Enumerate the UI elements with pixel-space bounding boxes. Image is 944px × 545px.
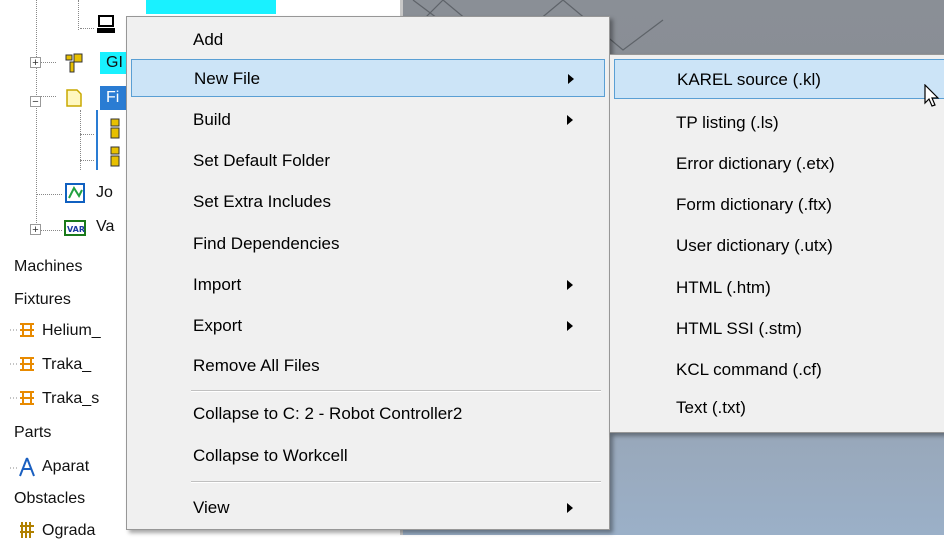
fixture-icon[interactable]	[10, 320, 36, 340]
collapse-toggle-icon[interactable]: −	[30, 96, 41, 108]
section-parts[interactable]: Parts	[14, 424, 51, 442]
submenu-item-tp-listing[interactable]: TP listing (.ls)	[614, 103, 944, 143]
menu-item-import[interactable]: Import	[131, 266, 605, 304]
menu-item-label: Remove All Files	[193, 356, 320, 375]
svg-text:VAR: VAR	[67, 225, 85, 234]
selection-highlight	[146, 0, 276, 14]
submenu-item-label: KCL command (.cf)	[676, 360, 822, 379]
fixture-icon[interactable]	[10, 388, 36, 408]
menu-item-label: Export	[193, 316, 243, 335]
submenu-item-html-ssi[interactable]: HTML SSI (.stm)	[614, 309, 944, 349]
menu-item-label: Collapse to Workcell	[193, 446, 348, 465]
files-folder-icon[interactable]	[64, 86, 84, 107]
selection-highlight	[96, 110, 98, 170]
tree-item-label[interactable]: Traka_	[42, 356, 91, 374]
mouse-pointer-icon	[924, 83, 940, 113]
joints-icon[interactable]	[64, 182, 85, 203]
menu-item-collapse-to-controller[interactable]: Collapse to C: 2 - Robot Controller2	[131, 395, 605, 433]
tree-connector	[80, 134, 94, 135]
menu-separator	[191, 481, 601, 483]
menu-item-label: View	[193, 498, 230, 517]
tree-connector	[36, 194, 62, 195]
submenu-arrow-icon	[567, 503, 573, 513]
fixture-icon[interactable]	[10, 354, 36, 374]
robot-icon[interactable]	[64, 52, 84, 73]
menu-item-new-file[interactable]: New File	[131, 59, 605, 97]
submenu-item-kcl-command[interactable]: KCL command (.cf)	[614, 350, 944, 390]
tree-connector	[78, 0, 79, 30]
submenu-item-label: HTML SSI (.stm)	[676, 319, 802, 338]
expand-toggle-icon[interactable]: +	[30, 224, 41, 236]
menu-item-label: Set Default Folder	[193, 151, 331, 170]
variables-icon[interactable]: VAR	[64, 218, 86, 238]
submenu-arrow-icon	[567, 280, 573, 290]
menu-item-label: Import	[193, 275, 242, 294]
submenu-item-user-dictionary[interactable]: User dictionary (.utx)	[614, 226, 944, 266]
tree-item-label[interactable]: GI	[106, 54, 123, 72]
submenu-item-text[interactable]: Text (.txt)	[614, 388, 944, 428]
menu-item-set-extra-includes[interactable]: Set Extra Includes	[131, 183, 605, 221]
context-menu: Add New File Build Set Default Folder Se…	[126, 16, 610, 530]
submenu-item-html[interactable]: HTML (.htm)	[614, 268, 944, 308]
menu-item-label: Collapse to C: 2 - Robot Controller2	[193, 404, 463, 423]
tree-connector	[80, 110, 81, 170]
tree-connector	[80, 160, 94, 161]
section-fixtures[interactable]: Fixtures	[14, 291, 71, 309]
submenu-arrow-icon	[567, 321, 573, 331]
robot-program-icon[interactable]	[108, 146, 128, 167]
expand-toggle-icon[interactable]: +	[30, 57, 41, 69]
tree-item-label[interactable]: Traka_s	[42, 390, 99, 408]
menu-item-remove-all-files[interactable]: Remove All Files	[131, 347, 605, 385]
submenu-item-form-dictionary[interactable]: Form dictionary (.ftx)	[614, 185, 944, 225]
section-obstacles[interactable]: Obstacles	[14, 490, 85, 508]
menu-item-add[interactable]: Add	[131, 21, 605, 59]
tree-item-label[interactable]: Fi	[106, 89, 119, 107]
submenu-item-label: Text (.txt)	[676, 398, 746, 417]
tree-connector	[80, 28, 94, 29]
robot-program-icon[interactable]	[108, 118, 128, 139]
menu-item-label: Set Extra Includes	[193, 192, 331, 211]
section-machines[interactable]: Machines	[14, 258, 82, 276]
menu-item-view[interactable]: View	[131, 489, 605, 527]
submenu-item-label: KAREL source (.kl)	[677, 70, 821, 89]
tree-item-label[interactable]: Ograda	[42, 522, 95, 540]
menu-item-set-default-folder[interactable]: Set Default Folder	[131, 142, 605, 180]
submenu-arrow-icon	[567, 115, 573, 125]
tree-item-label[interactable]: Jo	[96, 184, 113, 202]
tree-item-label[interactable]: Va	[96, 218, 114, 236]
submenu-item-label: Error dictionary (.etx)	[676, 154, 835, 173]
submenu-item-karel-source[interactable]: KAREL source (.kl)	[614, 59, 944, 99]
part-icon[interactable]	[10, 456, 36, 477]
menu-item-find-dependencies[interactable]: Find Dependencies	[131, 225, 605, 263]
menu-item-label: New File	[194, 69, 261, 88]
menu-separator	[191, 390, 601, 392]
submenu-item-label: HTML (.htm)	[676, 278, 771, 297]
menu-item-label: Add	[193, 30, 224, 49]
submenu-arrow-icon	[568, 74, 574, 84]
tree-item-label[interactable]: Aparat	[42, 458, 89, 476]
menu-item-export[interactable]: Export	[131, 307, 605, 345]
submenu-item-label: Form dictionary (.ftx)	[676, 195, 832, 214]
controller-icon[interactable]	[96, 14, 116, 34]
menu-item-label: Find Dependencies	[193, 234, 340, 253]
menu-item-build[interactable]: Build	[131, 101, 605, 139]
submenu-item-label: TP listing (.ls)	[676, 113, 779, 132]
submenu-item-label: User dictionary (.utx)	[676, 236, 833, 255]
tree-item-label[interactable]: Helium_	[42, 322, 101, 340]
menu-item-label: Build	[193, 110, 231, 129]
submenu-item-error-dictionary[interactable]: Error dictionary (.etx)	[614, 144, 944, 184]
menu-item-collapse-to-workcell[interactable]: Collapse to Workcell	[131, 437, 605, 475]
obstacle-icon[interactable]	[10, 520, 36, 540]
new-file-submenu: KAREL source (.kl) TP listing (.ls) Erro…	[609, 54, 944, 433]
tree-connector	[36, 0, 37, 235]
